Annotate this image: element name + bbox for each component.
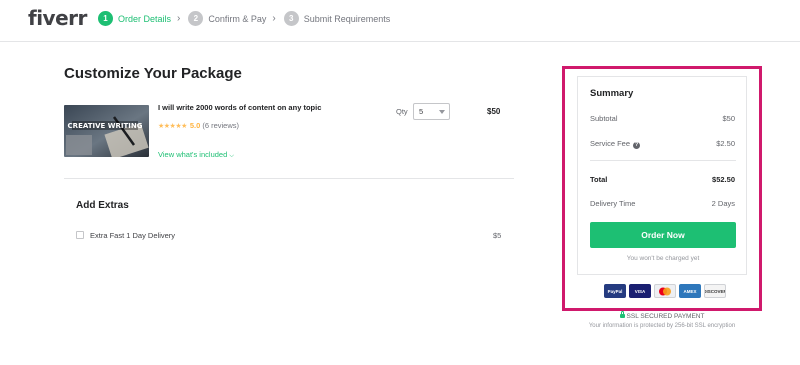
review-count: (6 reviews) — [202, 121, 240, 130]
subtotal-label: Subtotal — [590, 114, 618, 123]
service-fee-value: $2.50 — [716, 139, 735, 148]
lock-icon — [619, 311, 625, 318]
total-value: $52.50 — [712, 175, 735, 184]
chevron-right-icon: › — [177, 13, 181, 24]
extras-heading: Add Extras — [76, 200, 129, 211]
gig-title[interactable]: I will write 2000 words of content on an… — [158, 103, 321, 112]
qty-label: Qty — [396, 107, 408, 116]
step-label: Order Details — [118, 13, 172, 24]
gig-thumbnail[interactable]: CREATIVE WRITING — [64, 105, 149, 157]
service-fee-label: Service Fee — [590, 139, 631, 148]
charge-note: You won't be charged yet — [626, 255, 700, 262]
delivery-time-label: Delivery Time — [590, 199, 636, 208]
checkout-steps: 1 Order Details › 2 Confirm & Pay › 3 Su… — [98, 11, 390, 26]
mastercard-icon — [654, 284, 676, 298]
extra-fast-delivery-label[interactable]: Extra Fast 1 Day Delivery — [90, 231, 175, 240]
view-included-label: View what's included — [158, 150, 228, 159]
discover-icon: DISCOVER — [704, 284, 726, 298]
subtotal-value: $50 — [722, 114, 735, 123]
order-now-button[interactable]: Order Now — [590, 222, 736, 248]
ssl-secured-label: SSL SECURED PAYMENT — [562, 311, 762, 320]
summary-title: Summary — [590, 88, 634, 99]
thumbnail-caption: CREATIVE WRITING — [68, 122, 143, 130]
top-header: fiverr 1 Order Details › 2 Confirm & Pay… — [0, 0, 800, 42]
step-number: 2 — [188, 11, 204, 26]
delivery-time-value: 2 Days — [711, 199, 735, 208]
service-fee-row: Service Fee? — [590, 139, 641, 149]
step-label: Confirm & Pay — [208, 13, 267, 24]
summary-divider — [590, 160, 736, 161]
step-number: 1 — [98, 11, 113, 26]
page-title: Customize Your Package — [64, 65, 242, 82]
payment-methods: PayPal VISA AMEX DISCOVER — [604, 284, 729, 298]
view-included-link[interactable]: View what's included ⌵ — [158, 150, 234, 160]
amex-icon: AMEX — [679, 284, 701, 298]
fiverr-logo[interactable]: fiverr — [28, 6, 87, 30]
step-label: Submit Requirements — [303, 13, 391, 24]
quantity-select[interactable]: 5 — [413, 103, 450, 120]
step-submit-requirements[interactable]: 3 Submit Requirements — [283, 11, 391, 26]
step-number: 3 — [283, 11, 299, 26]
quantity-value: 5 — [419, 107, 424, 116]
extra-fast-delivery-price: $5 — [493, 231, 502, 240]
help-icon[interactable]: ? — [633, 142, 641, 149]
ssl-note: Your information is protected by 256-bit… — [588, 323, 736, 329]
star-rating-icon: ★★★★★ — [158, 122, 187, 130]
visa-icon: VISA — [629, 284, 651, 298]
extra-fast-delivery-checkbox[interactable] — [76, 231, 84, 239]
chevron-down-icon: ⌵ — [229, 153, 234, 159]
order-summary-card: Summary Subtotal $50 Service Fee? $2.50 … — [577, 76, 747, 275]
chevron-right-icon: › — [272, 13, 276, 24]
ssl-text: SSL SECURED PAYMENT — [626, 313, 705, 320]
paypal-icon: PayPal — [604, 284, 626, 298]
rating-value: 5.0 — [189, 121, 201, 130]
step-order-details[interactable]: 1 Order Details — [98, 11, 171, 26]
total-label: Total — [590, 175, 608, 184]
gig-rating: ★★★★★ 5.0 (6 reviews) — [158, 121, 239, 130]
gig-price: $50 — [487, 107, 501, 116]
caret-down-icon — [439, 110, 445, 114]
step-confirm-pay[interactable]: 2 Confirm & Pay — [188, 11, 266, 26]
section-divider — [64, 178, 514, 179]
